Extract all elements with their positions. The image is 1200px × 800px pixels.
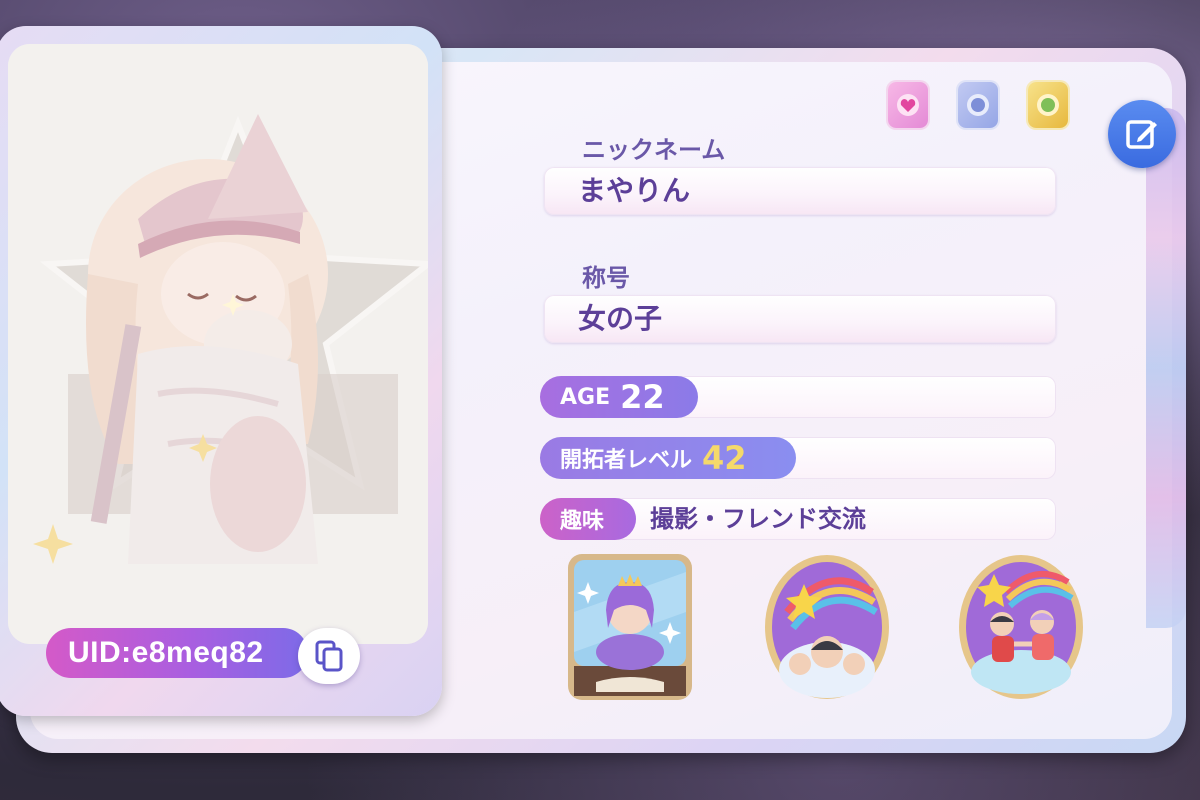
age-value: 22: [620, 378, 665, 416]
blue-card-icon[interactable]: [958, 82, 998, 128]
age-label: AGE: [560, 384, 611, 410]
heart-card-icon[interactable]: [888, 82, 928, 128]
holo-edge: [1146, 108, 1186, 628]
hobby-tag: 趣味: [540, 498, 636, 540]
gold-card-icon[interactable]: [1028, 82, 1068, 128]
level-value: 42: [702, 439, 747, 477]
age-tag: AGE 22: [540, 376, 698, 418]
level-label: 開拓者レベル: [560, 448, 693, 473]
hobby-row: 趣味 撮影・フレンド交流: [540, 498, 1056, 540]
avatar-photo[interactable]: [8, 44, 428, 644]
hobby-label: 趣味: [560, 509, 605, 534]
nickname-label: ニックネーム: [582, 136, 726, 164]
title-label: 称号: [582, 264, 630, 292]
copy-icon: [315, 640, 343, 672]
title-field: 女の子: [544, 295, 1056, 343]
princess-badge[interactable]: [566, 552, 694, 702]
level-tag: 開拓者レベル 42: [540, 437, 796, 479]
edit-profile-button[interactable]: [1108, 100, 1176, 168]
nickname-field: まやりん: [544, 167, 1056, 215]
skating-badge[interactable]: [956, 552, 1086, 702]
level-row: 開拓者レベル 42: [540, 437, 1056, 479]
rainbow-family-badge[interactable]: [762, 552, 892, 702]
copy-uid-button[interactable]: [298, 628, 360, 684]
uid-label: UID:e8meq82: [46, 628, 308, 678]
avatar-photo-frame: [0, 26, 442, 716]
edit-icon: [1126, 120, 1157, 149]
age-row: AGE 22: [540, 376, 1056, 418]
hobby-value: 撮影・フレンド交流: [650, 505, 866, 533]
